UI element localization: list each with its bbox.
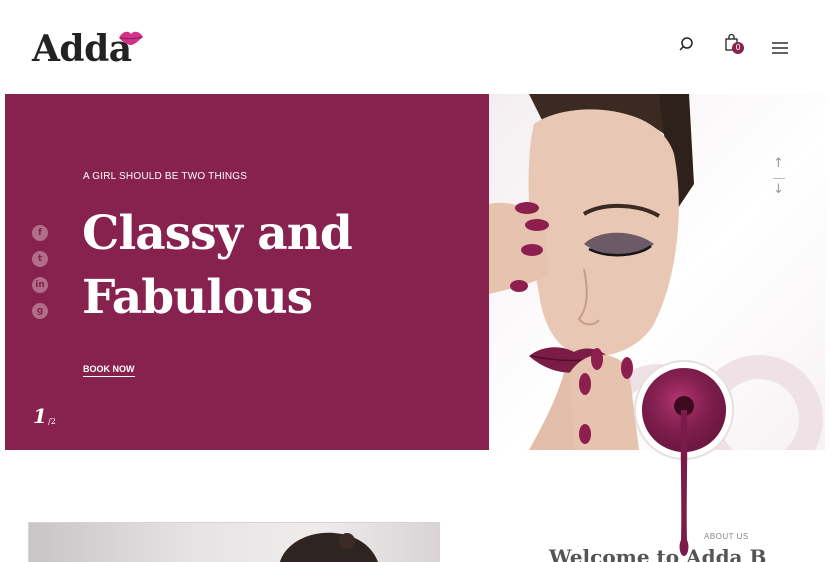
twitter-icon[interactable]: t	[32, 251, 48, 267]
slide-total: /2	[48, 417, 56, 426]
hero-headline: Classy and Fabulous	[82, 202, 353, 330]
search-icon[interactable]	[677, 35, 697, 55]
about-label: ABOUT US	[704, 532, 749, 541]
linkedin-icon[interactable]: in	[32, 277, 48, 293]
google-plus-icon[interactable]: g	[32, 303, 48, 319]
about-photo	[280, 532, 378, 562]
hamburger-menu-icon[interactable]	[770, 38, 790, 58]
about-title: Welcome to Adda B	[549, 545, 767, 562]
arrow-divider	[773, 178, 785, 179]
slide-current: 1	[33, 404, 47, 428]
book-now-button[interactable]: BOOK NOW	[83, 364, 135, 377]
arrow-up-icon[interactable]: ↑	[773, 156, 784, 171]
hero-eyebrow: A GIRL SHOULD BE TWO THINGS	[83, 171, 248, 182]
about-image	[28, 522, 440, 562]
facebook-icon[interactable]: f	[32, 225, 48, 241]
hero-headline-line2: Fabulous	[82, 270, 313, 325]
lips-icon	[119, 31, 143, 45]
hero-headline-line1: Classy and	[82, 206, 353, 261]
slide-total-value: 2	[50, 417, 56, 426]
cart-count-badge: 0	[732, 42, 744, 54]
hero-text-panel: A GIRL SHOULD BE TWO THINGS Classy and F…	[5, 94, 489, 450]
arrow-down-icon[interactable]: ↓	[773, 182, 784, 197]
